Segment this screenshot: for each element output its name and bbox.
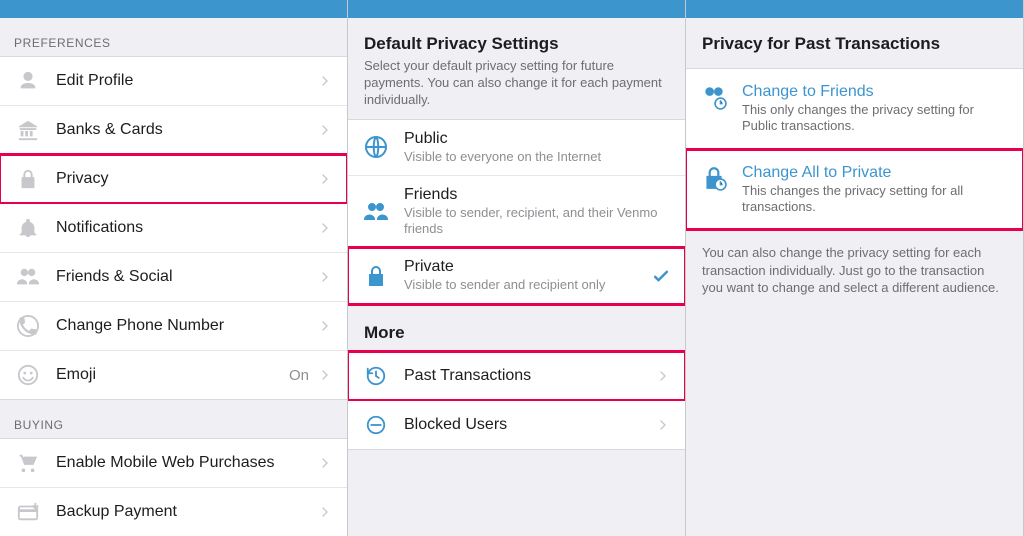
row-label: Emoji [56,366,289,384]
option-friends[interactable]: Friends Visible to sender, recipient, an… [348,176,685,249]
action-label: Change to Friends [742,83,1009,101]
navbar [686,0,1023,18]
blocked-icon [362,411,390,439]
chevron-right-icon [317,455,333,471]
buying-list: Enable Mobile Web Purchases Backup Payme… [0,438,347,536]
row-label: Edit Profile [56,72,317,90]
row-label: Blocked Users [404,416,655,434]
people-icon [362,198,390,226]
action-change-to-friends[interactable]: Change to Friends This only changes the … [686,69,1023,150]
row-privacy[interactable]: Privacy [0,155,347,204]
past-tx-actions: Change to Friends This only changes the … [686,68,1023,230]
person-icon [14,67,42,95]
more-list: Past Transactions Blocked Users [348,351,685,450]
privacy-heading: Default Privacy Settings [348,18,685,58]
navbar [0,0,347,18]
phone-icon [14,312,42,340]
option-label: Friends [404,186,671,204]
action-sublabel: This changes the privacy setting for all… [742,183,1009,216]
check-icon [651,266,671,286]
option-label: Private [404,258,651,276]
option-sublabel: Visible to everyone on the Internet [404,149,671,165]
cart-icon [14,449,42,477]
emoji-icon [14,361,42,389]
row-label: Past Transactions [404,367,655,385]
lock-icon [362,262,390,290]
action-change-all-private[interactable]: Change All to Private This changes the p… [686,150,1023,230]
row-change-phone[interactable]: Change Phone Number [0,302,347,351]
chevron-right-icon [317,171,333,187]
lock-icon [14,165,42,193]
bell-icon [14,214,42,242]
chevron-right-icon [317,73,333,89]
more-header: More [348,305,685,351]
row-blocked-users[interactable]: Blocked Users [348,401,685,449]
chevron-right-icon [317,318,333,334]
bank-icon [14,116,42,144]
chevron-right-icon [317,367,333,383]
row-label: Notifications [56,219,317,237]
people-clock-icon [700,83,728,111]
buying-header: BUYING [0,400,347,438]
row-banks-cards[interactable]: Banks & Cards [0,106,347,155]
privacy-options: Public Visible to everyone on the Intern… [348,119,685,305]
chevron-right-icon [317,269,333,285]
privacy-subtext: Select your default privacy setting for … [348,58,685,119]
row-label: Change Phone Number [56,317,317,335]
chevron-right-icon [317,122,333,138]
action-label: Change All to Private [742,164,1009,182]
people-icon [14,263,42,291]
row-label: Banks & Cards [56,121,317,139]
row-past-transactions[interactable]: Past Transactions [348,352,685,401]
row-label: Privacy [56,170,317,188]
row-notifications[interactable]: Notifications [0,204,347,253]
chevron-right-icon [655,417,671,433]
row-mobile-web-purchases[interactable]: Enable Mobile Web Purchases [0,439,347,488]
row-label: Friends & Social [56,268,317,286]
row-emoji[interactable]: Emoji On [0,351,347,399]
past-tx-heading: Privacy for Past Transactions [686,18,1023,58]
row-label: Enable Mobile Web Purchases [56,454,317,472]
option-sublabel: Visible to sender and recipient only [404,277,651,293]
chevron-right-icon [655,368,671,384]
option-private[interactable]: Private Visible to sender and recipient … [348,248,685,303]
preferences-list: Edit Profile Banks & Cards Privacy Notif… [0,56,347,400]
preferences-header: PREFERENCES [0,18,347,56]
backup-card-icon [14,498,42,526]
row-backup-payment[interactable]: Backup Payment [0,488,347,536]
action-sublabel: This only changes the privacy setting fo… [742,102,1009,135]
row-friends-social[interactable]: Friends & Social [0,253,347,302]
past-transactions-pane: Privacy for Past Transactions Change to … [686,0,1024,536]
history-icon [362,362,390,390]
option-public[interactable]: Public Visible to everyone on the Intern… [348,120,685,176]
row-edit-profile[interactable]: Edit Profile [0,57,347,106]
settings-pane: PREFERENCES Edit Profile Banks & Cards P… [0,0,348,536]
globe-icon [362,133,390,161]
option-sublabel: Visible to sender, recipient, and their … [404,205,671,238]
chevron-right-icon [317,220,333,236]
privacy-pane: Default Privacy Settings Select your def… [348,0,686,536]
footnote: You can also change the privacy setting … [686,230,1023,311]
row-label: Backup Payment [56,503,317,521]
option-label: Public [404,130,671,148]
chevron-right-icon [317,504,333,520]
row-value: On [289,367,309,384]
navbar [348,0,685,18]
lock-clock-icon [700,164,728,192]
